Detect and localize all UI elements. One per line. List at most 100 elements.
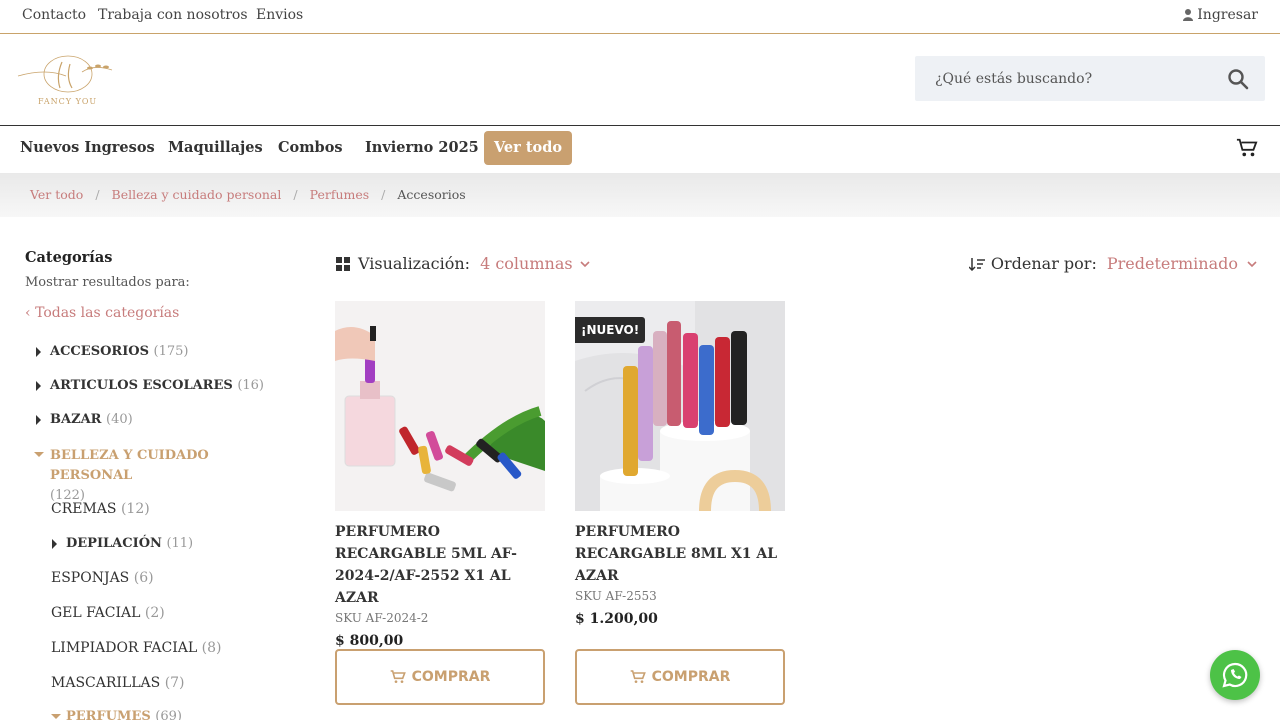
buy-label: COMPRAR (411, 669, 491, 685)
caret-right-icon[interactable] (52, 539, 57, 549)
buy-label: COMPRAR (651, 669, 731, 685)
breadcrumb-separator: / (95, 187, 100, 202)
breadcrumb-beauty[interactable]: Belleza y cuidado personal (112, 187, 282, 202)
subcategory-cremas[interactable]: CREMAS (12) (51, 501, 150, 517)
subcategory-count: (11) (166, 536, 194, 551)
subcategory-label: ESPONJAS (51, 570, 130, 586)
category-label: ACCESORIOS (50, 344, 149, 359)
nav-combos[interactable]: Combos (278, 139, 343, 156)
subcategory-count: (7) (164, 675, 185, 691)
subcategory-label: CREMAS (51, 501, 117, 517)
subcategory-label: MASCARILLAS (51, 675, 161, 691)
category-bazar[interactable]: BAZAR (40) (50, 412, 133, 427)
sort-label: Ordenar por: (990, 254, 1097, 273)
subcategory-count: (2) (144, 605, 165, 621)
nav-winter-2025[interactable]: Invierno 2025 (365, 139, 479, 156)
view-value: 4 columnas (480, 254, 573, 273)
all-categories-label: Todas las categorías (35, 305, 180, 321)
product-name[interactable]: PERFUMERO RECARGABLE 8ML X1 AL AZAR (575, 521, 785, 587)
nav-makeup[interactable]: Maquillajes (168, 139, 263, 156)
category-label: BAZAR (50, 412, 102, 427)
search-icon[interactable] (1227, 68, 1249, 90)
breadcrumb-view-all[interactable]: Ver todo (30, 187, 83, 202)
view-all-button[interactable]: Ver todo (484, 131, 573, 165)
cart-icon (390, 670, 406, 683)
subcategory-esponjas[interactable]: ESPONJAS (6) (51, 570, 154, 586)
breadcrumb-perfumes[interactable]: Perfumes (310, 187, 370, 202)
chevron-left-icon: ‹ (25, 305, 36, 321)
product-price: $ 800,00 (335, 633, 404, 649)
caret-down-icon[interactable] (51, 714, 61, 719)
subcategory-label: LIMPIADOR FACIAL (51, 640, 198, 656)
breadcrumb-current: Accesorios (397, 187, 466, 202)
chevron-down-icon (1247, 260, 1257, 267)
header: FANCY YOU (0, 34, 1280, 126)
login-label: Ingresar (1197, 7, 1258, 23)
caret-down-icon[interactable] (34, 452, 44, 457)
grid-icon (336, 256, 350, 271)
category-accesorios[interactable]: ACCESORIOS (175) (50, 344, 189, 359)
login-link[interactable]: Ingresar (1183, 7, 1258, 23)
top-bar: Contacto Trabaja con nosotros Envios Ing… (0, 0, 1280, 34)
main-nav: Nuevos Ingresos Maquillajes Combos Invie… (0, 126, 1280, 173)
search-input[interactable] (915, 56, 1215, 101)
product-name[interactable]: PERFUMERO RECARGABLE 5ML AF-2024-2/AF-25… (335, 521, 545, 609)
sidebar-title: Categorías (25, 249, 113, 266)
cart-icon[interactable] (1236, 137, 1258, 159)
new-badge: ¡NUEVO! (575, 317, 646, 343)
product-image[interactable] (335, 301, 545, 511)
all-categories-link[interactable]: ‹ Todas las categorías (25, 305, 179, 321)
category-belleza[interactable]: BELLEZA Y CUIDADO PERSONAL (122) (50, 446, 280, 506)
subcategory-label: PERFUMES (66, 709, 151, 720)
subcategory-count: (69) (155, 709, 182, 720)
whatsapp-button[interactable] (1210, 650, 1260, 700)
subcategory-count: (12) (120, 501, 150, 517)
subcategory-count: (6) (133, 570, 154, 586)
shipping-link[interactable]: Envios (256, 7, 303, 23)
product-card: PERFUMERO RECARGABLE 5ML AF-2024-2/AF-25… (335, 301, 545, 649)
product-card: ¡NUEVO! PERFUMERO RECARGABLE 8ML X1 AL A… (575, 301, 785, 627)
work-with-us-link[interactable]: Trabaja con nosotros (98, 7, 248, 23)
nav-new-arrivals[interactable]: Nuevos Ingresos (20, 139, 155, 156)
breadcrumb-separator: / (293, 187, 298, 202)
subcategory-depilacion[interactable]: DEPILACIÓN (11) (66, 536, 193, 551)
breadcrumb-bar: Ver todo / Belleza y cuidado personal / … (0, 173, 1280, 217)
product-sku: SKU AF-2553 (575, 589, 657, 603)
sort-value: Predeterminado (1106, 254, 1238, 273)
breadcrumb-separator: / (381, 187, 386, 202)
category-count: (16) (237, 378, 264, 393)
sidebar-subtitle: Mostrar resultados para: (25, 275, 190, 290)
buy-button[interactable]: COMPRAR (575, 649, 785, 705)
breadcrumb: Ver todo / Belleza y cuidado personal / … (30, 187, 466, 202)
category-count: (175) (153, 344, 189, 359)
user-icon (1183, 9, 1194, 21)
product-image[interactable]: ¡NUEVO! (575, 301, 785, 511)
subcategory-mascarillas[interactable]: MASCARILLAS (7) (51, 675, 185, 691)
whatsapp-icon (1222, 662, 1248, 688)
subcategory-perfumes[interactable]: PERFUMES (69) (66, 709, 182, 720)
buy-button[interactable]: COMPRAR (335, 649, 545, 705)
view-selector[interactable]: Visualización: 4 columnas (336, 254, 591, 273)
caret-right-icon[interactable] (36, 381, 41, 391)
sort-icon (968, 257, 985, 271)
contact-link[interactable]: Contacto (22, 7, 86, 23)
view-label: Visualización: (358, 254, 471, 273)
category-articulos-escolares[interactable]: ARTICULOS ESCOLARES (16) (50, 378, 264, 393)
category-count: (40) (106, 412, 133, 427)
subcategory-count: (8) (201, 640, 222, 656)
product-sku: SKU AF-2024-2 (335, 611, 429, 625)
chevron-down-icon (580, 260, 590, 267)
subcategory-label: GEL FACIAL (51, 605, 141, 621)
caret-right-icon[interactable] (36, 347, 41, 357)
search-box (915, 56, 1265, 101)
store-logo[interactable]: FANCY YOU (16, 54, 116, 108)
subcategory-label: DEPILACIÓN (66, 536, 162, 551)
logo-text: FANCY YOU (38, 97, 98, 106)
subcategory-limpiador-facial[interactable]: LIMPIADOR FACIAL (8) (51, 640, 221, 656)
sort-selector[interactable]: Ordenar por: Predeterminado (968, 254, 1258, 273)
product-price: $ 1.200,00 (575, 611, 658, 627)
subcategory-gel-facial[interactable]: GEL FACIAL (2) (51, 605, 165, 621)
caret-right-icon[interactable] (36, 415, 41, 425)
category-label: ARTICULOS ESCOLARES (50, 378, 233, 393)
category-label: BELLEZA Y CUIDADO PERSONAL (50, 448, 209, 483)
